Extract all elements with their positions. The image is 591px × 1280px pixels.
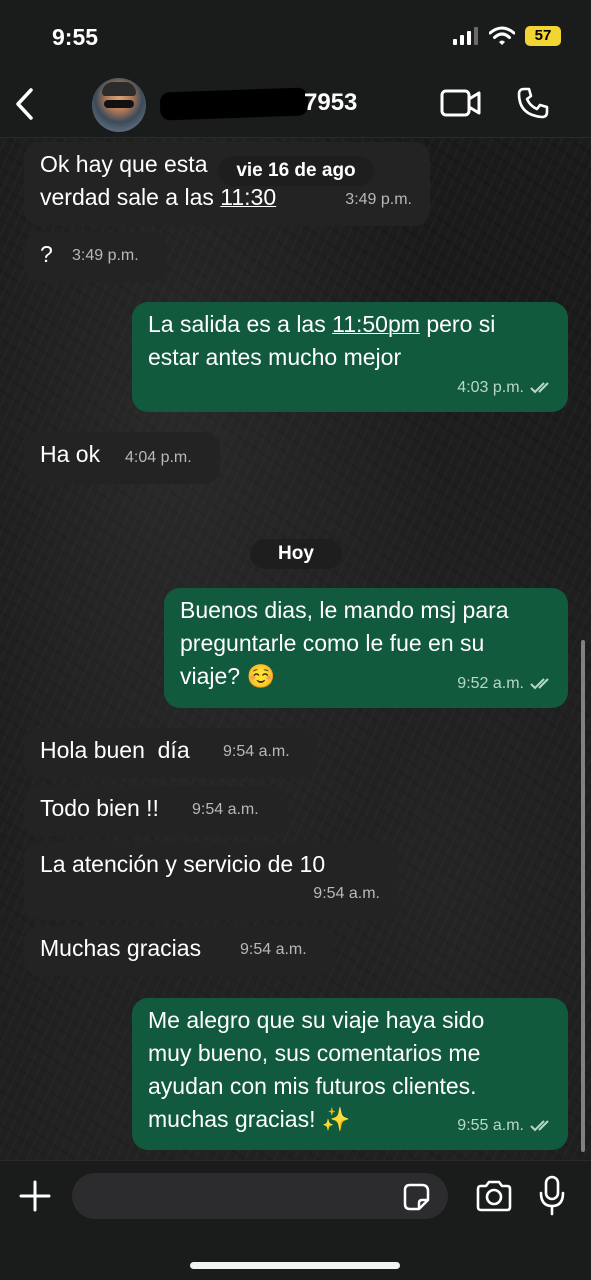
message-text-line: La salida es a las 11:50pm pero si <box>148 308 554 341</box>
message-timestamp: 3:49 p.m. <box>345 191 412 208</box>
phone-icon <box>517 87 549 119</box>
back-button[interactable] <box>10 82 40 126</box>
message-text-line: Buenos dias, le mando msj para <box>180 597 509 623</box>
camera-icon <box>476 1180 512 1212</box>
message-text-part: La salida es a las <box>148 311 333 337</box>
message-input[interactable] <box>72 1173 448 1219</box>
message-meta: 9:52 a.m. <box>457 667 554 700</box>
message-incoming[interactable]: Ha ok 4:04 p.m. <box>24 432 220 484</box>
redacted-contact-name <box>159 87 309 121</box>
contact-avatar[interactable] <box>92 78 146 132</box>
message-text-part: pero si <box>419 311 496 337</box>
message-outgoing[interactable]: La salida es a las 11:50pm pero si estar… <box>132 302 568 412</box>
status-bar: 9:55 57 <box>0 0 591 70</box>
time-link[interactable]: 11:30 <box>220 184 276 210</box>
double-check-icon <box>530 381 549 393</box>
message-timestamp: 9:54 a.m. <box>192 801 259 818</box>
message-incoming[interactable]: La atención y servicio de 10 9:54 a.m. <box>24 842 398 920</box>
status-icons: 57 <box>453 26 561 46</box>
double-check-icon <box>530 1119 549 1131</box>
status-time: 9:55 <box>52 24 99 50</box>
message-timestamp: 3:49 p.m. <box>72 247 139 264</box>
message-text-line: preguntarle como le fue en su <box>180 630 485 656</box>
message-incoming[interactable]: Muchas gracias 9:54 a.m. <box>24 926 334 976</box>
battery-icon: 57 <box>525 26 561 46</box>
sticker-icon <box>403 1183 430 1211</box>
message-timestamp: 4:04 p.m. <box>125 449 192 466</box>
message-text-part: verdad sale a las <box>40 184 221 210</box>
chevron-left-icon <box>16 88 33 120</box>
message-timestamp: 9:52 a.m. <box>457 675 524 692</box>
microphone-icon <box>539 1175 565 1216</box>
date-divider: vie 16 de ago <box>218 156 374 186</box>
message-text-line: ayudan con mis futuros clientes. <box>148 1073 477 1099</box>
message-timestamp: 9:55 a.m. <box>457 1117 524 1134</box>
attach-button[interactable] <box>18 1179 52 1213</box>
message-text-part: Ok hay que esta <box>40 151 208 177</box>
video-camera-icon <box>440 89 481 117</box>
video-call-button[interactable] <box>440 88 482 118</box>
avatar-glasses-shape <box>104 100 134 108</box>
sticker-button[interactable] <box>400 1181 432 1213</box>
plus-icon <box>19 1180 51 1212</box>
voice-call-button[interactable] <box>516 86 550 120</box>
message-timestamp: 4:03 p.m. <box>457 379 524 396</box>
message-incoming[interactable]: ? 3:49 p.m. <box>24 232 167 282</box>
avatar-cap-shape <box>102 82 136 96</box>
message-timestamp: 9:54 a.m. <box>223 743 290 760</box>
date-divider-today: Hoy <box>250 539 342 569</box>
message-incoming[interactable]: Hola buen día 9:54 a.m. <box>24 728 318 778</box>
message-timestamp: 9:54 a.m. <box>313 885 380 902</box>
message-timestamp: 9:54 a.m. <box>240 941 307 958</box>
message-text-line: muy bueno, sus comentarios me <box>148 1040 481 1066</box>
message-incoming[interactable]: Todo bien !! 9:54 a.m. <box>24 786 288 836</box>
message-composer <box>0 1160 591 1280</box>
signal-icon <box>453 27 478 45</box>
scroll-indicator[interactable] <box>581 640 585 1152</box>
contact-name[interactable]: 7953 <box>304 89 357 117</box>
time-link[interactable]: 11:50pm <box>332 311 420 337</box>
message-meta: 4:03 p.m. <box>457 371 554 404</box>
message-meta: 9:55 a.m. <box>457 1109 554 1142</box>
message-outgoing[interactable]: Buenos dias, le mando msj para preguntar… <box>164 588 568 708</box>
chat-header: 7953 <box>0 70 591 138</box>
message-text-line: estar antes mucho mejor <box>148 344 402 370</box>
wifi-icon <box>489 26 515 45</box>
double-check-icon <box>530 677 549 689</box>
camera-button[interactable] <box>474 1179 514 1213</box>
home-indicator[interactable] <box>190 1262 400 1269</box>
message-outgoing[interactable]: Me alegro que su viaje haya sido muy bue… <box>132 998 568 1150</box>
voice-record-button[interactable] <box>538 1175 566 1217</box>
message-text-line: Me alegro que su viaje haya sido <box>148 1007 485 1033</box>
